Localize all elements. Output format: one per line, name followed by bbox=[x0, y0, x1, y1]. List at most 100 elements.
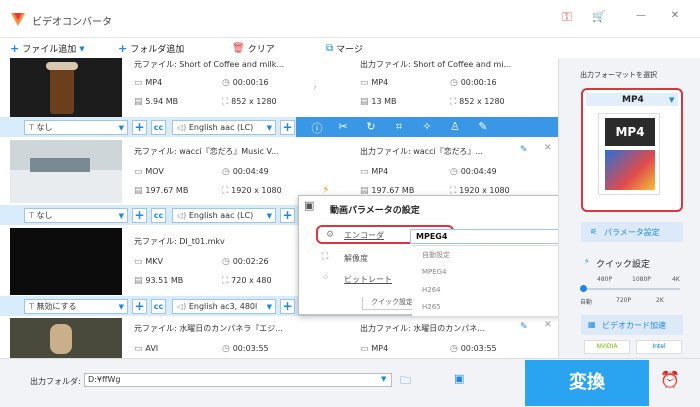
resolution-icon: ⛶ bbox=[222, 276, 232, 286]
video-thumbnail[interactable] bbox=[10, 228, 122, 295]
plus-icon: + bbox=[10, 42, 20, 55]
video-thumbnail[interactable] bbox=[10, 58, 122, 117]
clear-button[interactable]: 🗑 クリア bbox=[232, 42, 275, 55]
format-name: MP4 bbox=[622, 95, 644, 105]
add-file-button[interactable]: + ファイル追加 ▼ bbox=[10, 42, 85, 55]
minimize-button[interactable]: — bbox=[630, 10, 652, 21]
edit-name-icon[interactable]: ✎ bbox=[520, 322, 528, 332]
source-duration: ◷ 00:00:16 bbox=[222, 78, 269, 88]
add-subtitle-button[interactable]: + bbox=[132, 120, 147, 135]
resolution-icon: ⛶ bbox=[222, 186, 232, 196]
convert-button[interactable]: 変換 bbox=[525, 360, 649, 406]
cc-icon[interactable]: cc bbox=[151, 120, 166, 135]
chevron-down-icon: ▼ bbox=[266, 303, 272, 311]
output-format: ▭ MP4 bbox=[360, 167, 389, 177]
bolt-icon: ⚡ bbox=[584, 257, 590, 266]
alarm-clock-icon[interactable]: ⏰ bbox=[660, 370, 680, 389]
edit-name-icon[interactable]: ✎ bbox=[520, 145, 528, 155]
output-folder-label: 出力フォルダ: bbox=[30, 377, 81, 386]
folder-icon: ▤ bbox=[134, 276, 146, 286]
output-format: ▭ MP4 bbox=[360, 78, 389, 88]
bitrate-icon: ⁘ bbox=[322, 273, 330, 283]
cc-icon[interactable]: cc bbox=[151, 299, 166, 314]
quality-label: 2K bbox=[656, 297, 664, 304]
cc-icon[interactable]: cc bbox=[151, 208, 166, 223]
encoder-value: MPEG4 bbox=[416, 232, 448, 241]
source-filename: 元ファイル: DI_t01.mkv bbox=[134, 237, 225, 246]
close-button[interactable]: ✕ bbox=[664, 10, 686, 21]
crop-icon[interactable]: ⌗ bbox=[392, 120, 406, 134]
output-filename: 出力ファイル: wacci『恋だろ』... bbox=[360, 147, 483, 156]
watermark-icon[interactable]: ♙ bbox=[448, 120, 462, 133]
output-path-input[interactable]: D:¥ffWg bbox=[84, 373, 392, 387]
add-audio-button[interactable]: + bbox=[280, 120, 295, 135]
quality-label: 720P bbox=[616, 297, 632, 304]
output-filename: 出力ファイル: 水曜日のカンパネ... bbox=[360, 324, 485, 333]
merge-icon: ⧉ bbox=[326, 43, 334, 54]
output-size: ▤ 13 MB bbox=[360, 97, 397, 107]
encoder-option[interactable]: MPEG4 bbox=[412, 263, 580, 281]
file-icon: ▭ bbox=[360, 344, 372, 354]
file-icon: ▭ bbox=[360, 78, 372, 88]
source-format: ▭ MP4 bbox=[134, 78, 163, 88]
output-format-label: 出力フォーマットを選択 bbox=[580, 71, 657, 79]
key-icon[interactable]: ⚿ bbox=[556, 10, 578, 25]
encoder-option[interactable]: H264 bbox=[412, 281, 580, 299]
chevron-down-icon[interactable]: ▼ bbox=[381, 375, 386, 383]
scissors-icon[interactable]: ✂ bbox=[336, 120, 350, 133]
effects-icon[interactable]: ✧ bbox=[420, 120, 434, 133]
arrow-right-icon: › bbox=[313, 82, 317, 93]
folder-open-icon[interactable]: 🗀 bbox=[400, 372, 411, 391]
add-subtitle-button[interactable]: + bbox=[132, 208, 147, 223]
rotate-icon[interactable]: ↻ bbox=[364, 120, 378, 133]
file-icon: ▭ bbox=[134, 257, 146, 267]
popup-title: 動画パラメータの設定 bbox=[330, 206, 420, 216]
merge-button[interactable]: ⧉ マージ bbox=[326, 42, 363, 55]
encoder-option[interactable]: H265 bbox=[412, 298, 580, 316]
subtitle-select[interactable]: T 無効にする ▼ bbox=[24, 299, 128, 314]
source-resolution: ⛶ 1920 x 1080 bbox=[222, 186, 282, 196]
output-filename: 出力ファイル: Short of Coffee and mi... bbox=[360, 60, 512, 69]
chevron-down-icon: ▼ bbox=[79, 44, 85, 53]
video-thumbnail[interactable] bbox=[10, 318, 122, 358]
audio-select[interactable]: ◁) English ac3, 480l ▼ bbox=[172, 299, 276, 314]
resolution-label: 解像度 bbox=[344, 254, 368, 263]
add-subtitle-button[interactable]: + bbox=[132, 299, 147, 314]
audio-select[interactable]: ◁) English aac (LC) ▼ bbox=[172, 208, 276, 223]
video-thumbnail[interactable] bbox=[10, 140, 122, 203]
subtitle-edit-icon[interactable]: ✎ bbox=[476, 120, 490, 133]
source-resolution: ⛶ 852 x 1280 bbox=[222, 97, 277, 107]
source-format: ▭ AVI bbox=[134, 344, 159, 354]
add-audio-button[interactable]: + bbox=[280, 208, 295, 223]
encoder-option[interactable]: 自動設定 bbox=[412, 246, 580, 264]
quality-label: 自動 bbox=[580, 299, 593, 306]
quality-slider[interactable] bbox=[582, 288, 680, 290]
chevron-down-icon: ▼ bbox=[669, 96, 675, 104]
cart-icon[interactable]: 🛒 bbox=[588, 10, 610, 23]
subtitle-select[interactable]: T なし ▼ bbox=[24, 120, 128, 135]
trash-icon: 🗑 bbox=[232, 43, 245, 54]
quality-slider-handle[interactable] bbox=[580, 285, 587, 292]
quality-label: 4K bbox=[672, 276, 680, 283]
add-folder-button[interactable]: + フォルダ追加 bbox=[118, 42, 184, 55]
encoder-label: エンコーダ bbox=[344, 231, 384, 240]
source-size: ▤ 197.67 MB bbox=[134, 186, 189, 196]
file-icon: ▭ bbox=[360, 167, 372, 177]
remove-row-icon[interactable]: ✕ bbox=[544, 320, 552, 330]
subtitle-select[interactable]: T なし ▼ bbox=[24, 208, 128, 223]
resolution-icon: ⛶ bbox=[450, 97, 460, 107]
open-folder-icon[interactable]: ▣ bbox=[454, 372, 464, 385]
clock-icon: ◷ bbox=[222, 78, 233, 88]
resolution-icon: ⛶ bbox=[322, 252, 329, 262]
chevron-down-icon: ▼ bbox=[266, 212, 272, 220]
output-duration: ◷ 00:04:49 bbox=[450, 167, 497, 177]
info-icon[interactable]: ⓘ bbox=[310, 120, 324, 136]
remove-row-icon[interactable]: ✕ bbox=[544, 143, 552, 153]
add-audio-button[interactable]: + bbox=[280, 299, 295, 314]
file-icon: ▭ bbox=[134, 167, 146, 177]
source-size: ▤ 5.94 MB bbox=[134, 97, 179, 107]
folder-icon: ▤ bbox=[134, 97, 146, 107]
gear-icon: ⚙ bbox=[326, 230, 335, 240]
bitrate-label: ビットレート bbox=[344, 275, 392, 284]
audio-select[interactable]: ◁) English aac (LC) ▼ bbox=[172, 120, 276, 135]
